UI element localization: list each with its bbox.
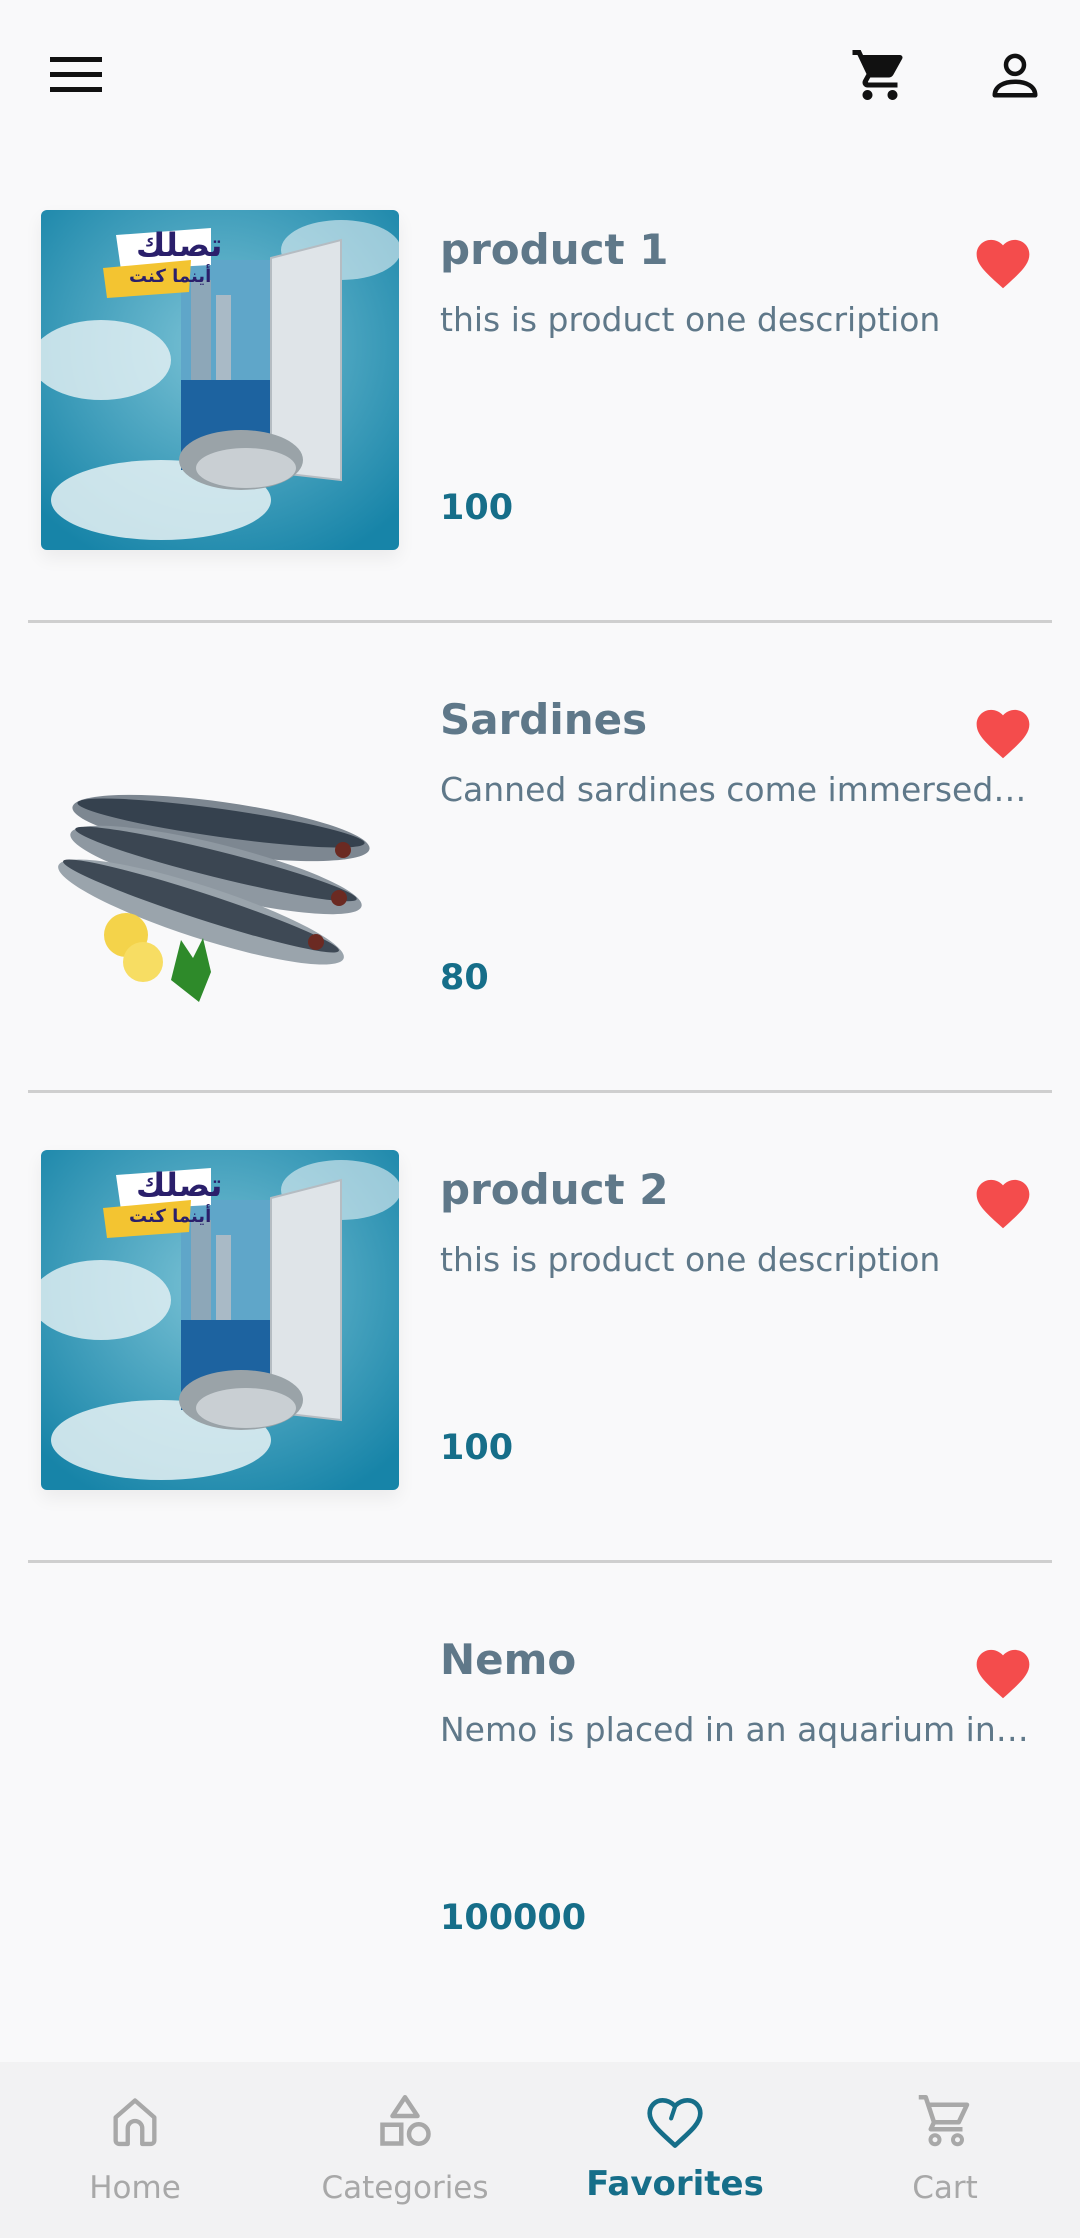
nav-home-label: Home [89,2170,181,2206]
product-price: 100 [440,488,514,528]
product-description: Nemo is placed in an aquarium in a denti… [440,1710,1034,1749]
product-description: Canned sardines come immersed in oil [440,770,1034,809]
menu-button[interactable] [32,30,122,120]
top-app-bar [0,0,1080,150]
categories-icon [380,2095,431,2147]
list-item[interactable]: تصلك أينما كنت product 2 this is product… [0,1090,1080,1560]
nav-categories[interactable]: Categories [270,2062,540,2238]
nav-home[interactable]: Home [0,2062,270,2238]
heart-icon [976,239,1030,289]
user-icon [992,53,1038,98]
nav-cart[interactable]: Cart [810,2062,1080,2238]
nav-cart-label: Cart [912,2170,978,2206]
favorite-button[interactable] [968,696,1038,766]
ad-text-line2: أينما كنت [129,266,212,287]
bottom-navigation: Home Categories Favorites Cart [0,2062,1080,2238]
nav-favorites-label: Favorites [586,2164,764,2204]
heart-icon [976,1179,1030,1229]
product-image [41,1620,399,1960]
favorites-list[interactable]: تصلك أينما كنت product 1 this is product… [0,150,1080,2060]
heart-icon [976,709,1030,759]
product-image: تصلك أينما كنت [41,210,399,550]
product-image: تصلك أينما كنت [41,1150,399,1490]
cart-icon [918,2095,970,2147]
ad-text-line1: تصلك [136,226,223,264]
list-item[interactable]: Sardines Canned sardines come immersed i… [0,620,1080,1090]
product-description: this is product one description [440,300,941,339]
menu-icon [50,57,102,92]
ad-text-line1: تصلك [136,1166,223,1204]
heart-outline-icon [647,2098,703,2148]
product-price: 100000 [440,1898,587,1938]
cart-button[interactable] [835,30,925,120]
favorite-button[interactable] [968,1636,1038,1706]
product-image [41,680,399,1020]
product-description: this is product one description [440,1240,941,1279]
home-icon [113,2098,157,2147]
product-price: 100 [440,1428,514,1468]
list-item[interactable]: Nemo Nemo is placed in an aquarium in a … [0,1560,1080,2030]
ad-text-line2: أينما كنت [129,1206,212,1227]
product-name: product 1 [440,225,669,274]
nav-favorites[interactable]: Favorites [540,2062,810,2238]
nav-categories-label: Categories [321,2170,489,2206]
favorite-button[interactable] [968,1166,1038,1236]
product-name: Sardines [440,695,648,744]
heart-icon [976,1649,1030,1699]
product-price: 80 [440,958,489,998]
list-item[interactable]: تصلك أينما كنت product 1 this is product… [0,150,1080,620]
profile-button[interactable] [970,30,1060,120]
cart-icon [852,50,903,100]
product-name: product 2 [440,1165,669,1214]
favorite-button[interactable] [968,226,1038,296]
product-name: Nemo [440,1635,577,1684]
